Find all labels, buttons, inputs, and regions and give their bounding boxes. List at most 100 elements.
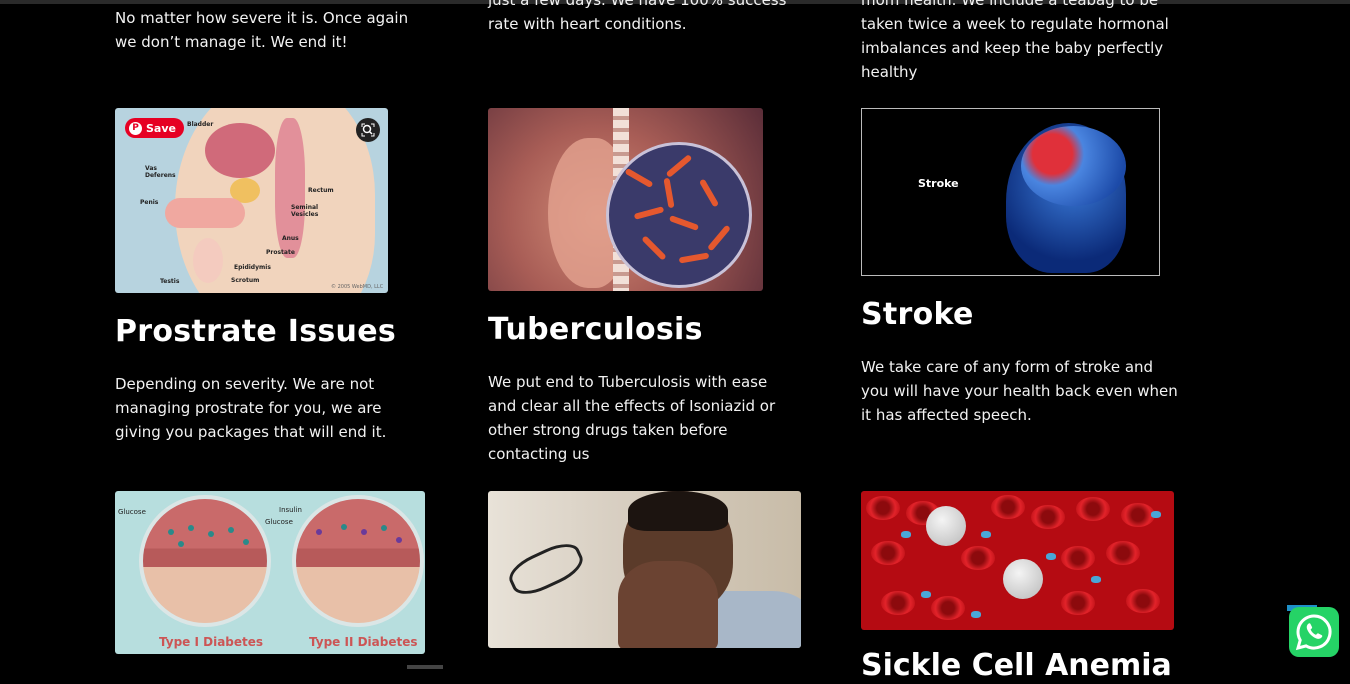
platelet <box>981 531 991 538</box>
glucose-dot <box>188 525 194 531</box>
whatsapp-icon <box>1295 614 1332 651</box>
text-line: Depending on severity. We are not <box>115 375 375 393</box>
platelet <box>921 591 931 598</box>
glucose-dot <box>208 531 214 537</box>
insulin-dot <box>361 529 367 535</box>
red-blood-cell <box>931 596 965 620</box>
caption-type-two: Type II Diabetes <box>309 635 418 649</box>
bacterium <box>678 252 710 264</box>
bacterium <box>641 235 667 261</box>
bacterium <box>698 178 720 208</box>
tuberculosis-image <box>488 108 763 291</box>
sickle-cell-image <box>861 491 1174 630</box>
label-vas-deferens: Vas Deferens <box>145 165 176 179</box>
red-blood-cell <box>1106 541 1140 565</box>
label-penis: Penis <box>140 199 159 206</box>
save-label: Save <box>146 121 176 135</box>
red-blood-cell <box>866 496 900 520</box>
visual-search-icon <box>361 123 375 137</box>
red-blood-cell <box>1121 503 1155 527</box>
label-bladder: Bladder <box>187 121 214 128</box>
service-description-top-2: just a few days. We have 100% success ra… <box>488 0 786 36</box>
text-line: rate with heart conditions. <box>488 15 687 33</box>
label-seminal-vesicles: Seminal Vesicles <box>291 204 319 218</box>
bacterium <box>668 215 700 231</box>
service-title-sickle-cell: Sickle Cell Anemia <box>861 648 1172 683</box>
platelet <box>971 611 981 618</box>
text-line: it has affected speech. <box>861 406 1032 424</box>
service-title-prostrate: Prostrate Issues <box>115 314 396 349</box>
glucose-dot <box>178 541 184 547</box>
text-line: taken twice a week to regulate hormonal <box>861 15 1169 33</box>
glucose-dot <box>228 527 234 533</box>
service-title-stroke: Stroke <box>861 297 974 332</box>
bacterium <box>624 167 654 189</box>
bladder-shape <box>205 123 275 178</box>
red-blood-cell <box>1031 505 1065 529</box>
service-description-prostrate: Depending on severity. We are not managi… <box>115 372 386 444</box>
text-line: managing prostrate for you, we are <box>115 399 382 417</box>
red-blood-cell <box>991 495 1025 519</box>
glucose-dot <box>168 529 174 535</box>
red-blood-cell <box>1061 546 1095 570</box>
insulin-dot <box>396 537 402 543</box>
visual-search-button[interactable] <box>356 118 380 142</box>
platelet <box>1091 576 1101 583</box>
platelet <box>901 531 911 538</box>
red-blood-cell <box>1126 589 1160 613</box>
text-line: contacting us <box>488 445 590 463</box>
bacterium <box>707 224 731 252</box>
text-line: We take care of any form of stroke and <box>861 358 1154 376</box>
glucose-dot <box>243 539 249 545</box>
pinterest-save-button[interactable]: P Save <box>125 118 184 138</box>
label-glucose: Glucose <box>265 518 293 526</box>
red-blood-cell <box>871 541 905 565</box>
label-insulin: Insulin <box>279 506 302 514</box>
headache-image <box>488 491 801 648</box>
stroke-image: Stroke <box>861 108 1160 276</box>
red-blood-cell <box>961 546 995 570</box>
penis-shape <box>165 198 245 228</box>
service-description-top-3: mom health. We include a teabag to be ta… <box>861 0 1169 84</box>
text-line: we don’t manage it. We end it! <box>115 33 348 51</box>
white-blood-cell <box>926 506 966 546</box>
label-anus: Anus <box>282 235 299 242</box>
platelet <box>1046 553 1056 560</box>
label-prostate: Prostate <box>266 249 295 256</box>
brain-shape <box>1021 126 1126 206</box>
label-scrotum: Scrotum <box>231 277 260 284</box>
caption-type-one: Type I Diabetes <box>159 635 264 649</box>
diabetes-image: Glucose Insulin Glucose Type I Diabetes … <box>115 491 425 654</box>
image-label-stroke: Stroke <box>918 177 959 190</box>
pinterest-icon: P <box>129 121 142 135</box>
text-line: We put end to Tuberculosis with ease <box>488 373 768 391</box>
bacterium <box>633 206 665 220</box>
glucose-dot <box>381 525 387 531</box>
service-title-tuberculosis: Tuberculosis <box>488 312 703 347</box>
scrollbar-thumb[interactable] <box>407 665 443 669</box>
text-line: and clear all the effects of Isoniazid o… <box>488 397 776 415</box>
type-one-diagram <box>139 495 271 627</box>
service-description-stroke: We take care of any form of stroke and y… <box>861 355 1178 427</box>
text-line: you will have your health back even when <box>861 382 1178 400</box>
platelet <box>1151 511 1161 518</box>
whatsapp-chat-button[interactable] <box>1289 607 1339 657</box>
red-blood-cell <box>1076 497 1110 521</box>
text-line: imbalances and keep the baby perfectly <box>861 39 1164 57</box>
text-line: No matter how severe it is. Once again <box>115 9 409 27</box>
red-blood-cell <box>881 591 915 615</box>
bacteria-magnifier <box>606 142 752 288</box>
label-epididymis: Epididymis <box>234 264 271 271</box>
bacterium <box>663 177 675 209</box>
image-copyright: © 2005 WebMD, LLC <box>331 284 384 290</box>
white-blood-cell <box>1003 559 1043 599</box>
service-description-tuberculosis: We put end to Tuberculosis with ease and… <box>488 370 775 466</box>
text-line: just a few days. We have 100% success <box>488 0 787 9</box>
type-two-diagram <box>292 495 424 627</box>
label-glucose: Glucose <box>118 508 146 516</box>
text-line: mom health. We include a teabag to be <box>861 0 1159 9</box>
insulin-dot <box>316 529 322 535</box>
label-testis: Testis <box>160 278 180 285</box>
text-line: other strong drugs taken before <box>488 421 728 439</box>
label-rectum: Rectum <box>308 187 334 194</box>
